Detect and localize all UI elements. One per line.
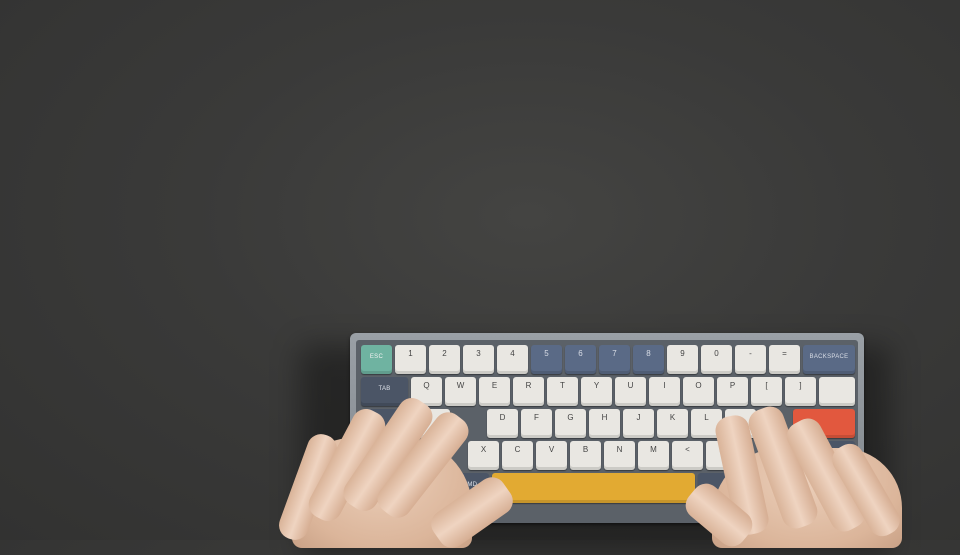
key-i[interactable]: I <box>649 377 680 406</box>
key-m[interactable]: M <box>638 441 669 470</box>
key-spacebar[interactable] <box>492 473 695 503</box>
key-backslash[interactable] <box>819 377 855 406</box>
key-g[interactable]: G <box>555 409 586 438</box>
key-k[interactable]: K <box>657 409 688 438</box>
key-4[interactable]: 4 <box>497 345 528 374</box>
key-y[interactable]: Y <box>581 377 612 406</box>
key-w[interactable]: W <box>445 377 476 406</box>
key-e[interactable]: E <box>479 377 510 406</box>
key-n[interactable]: N <box>604 441 635 470</box>
key-r[interactable]: R <box>513 377 544 406</box>
key-2[interactable]: 2 <box>429 345 460 374</box>
key-o[interactable]: O <box>683 377 714 406</box>
key-9[interactable]: 9 <box>667 345 698 374</box>
key-b[interactable]: B <box>570 441 601 470</box>
key-equals[interactable]: = <box>769 345 800 374</box>
key-0[interactable]: 0 <box>701 345 732 374</box>
key-backspace[interactable]: BACKSPACE <box>803 345 855 374</box>
key-t[interactable]: T <box>547 377 578 406</box>
key-8[interactable]: 8 <box>633 345 664 374</box>
key-x[interactable]: X <box>468 441 499 470</box>
key-5[interactable]: 5 <box>531 345 562 374</box>
key-1[interactable]: 1 <box>395 345 426 374</box>
key-minus[interactable]: - <box>735 345 766 374</box>
key-comma[interactable]: < <box>672 441 703 470</box>
key-v[interactable]: V <box>536 441 567 470</box>
key-j[interactable]: J <box>623 409 654 438</box>
key-f[interactable]: F <box>521 409 552 438</box>
key-esc[interactable]: ESC <box>361 345 392 374</box>
key-h[interactable]: H <box>589 409 620 438</box>
key-p[interactable]: P <box>717 377 748 406</box>
key-7[interactable]: 7 <box>599 345 630 374</box>
key-left-bracket[interactable]: [ <box>751 377 782 406</box>
key-d[interactable]: D <box>487 409 518 438</box>
key-c[interactable]: C <box>502 441 533 470</box>
key-6[interactable]: 6 <box>565 345 596 374</box>
key-3[interactable]: 3 <box>463 345 494 374</box>
key-right-bracket[interactable]: ] <box>785 377 816 406</box>
key-u[interactable]: U <box>615 377 646 406</box>
